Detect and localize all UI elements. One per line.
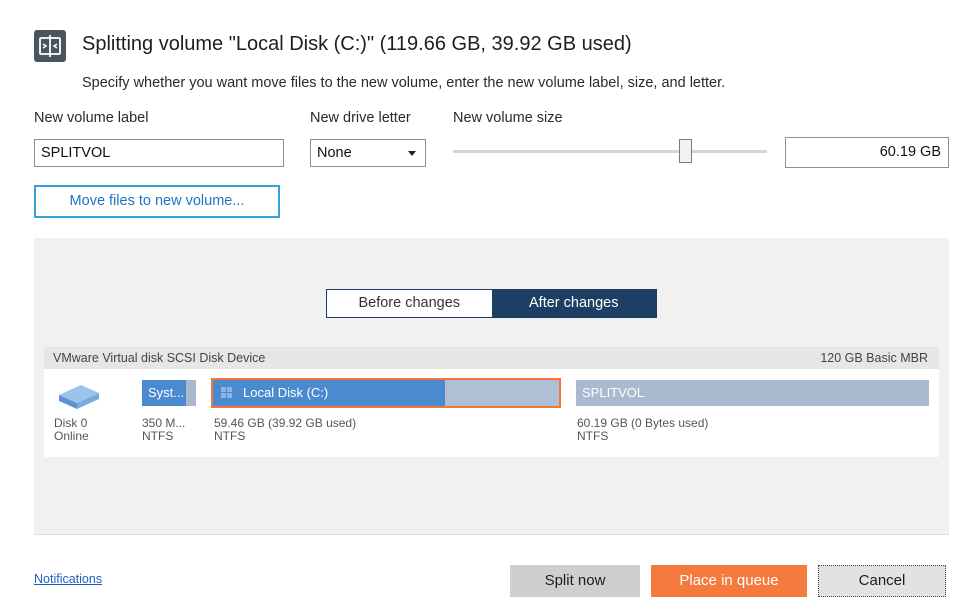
move-files-button[interactable]: Move files to new volume... [34,185,280,218]
split-now-button[interactable]: Split now [510,565,640,597]
dialog-title: Splitting volume "Local Disk (C:)" (119.… [82,33,632,55]
split-volume-dialog: Splitting volume "Local Disk (C:)" (119.… [0,0,959,610]
split-volume-icon [34,30,66,62]
partition-fs: NTFS [142,429,174,443]
disk-status: Online [54,429,89,443]
partition-system[interactable]: Syst... [142,380,196,406]
volume-size-input[interactable]: 60.19 GB [785,137,949,168]
volume-label-caption: New volume label [34,110,149,126]
partition-splitvol-info: 60.19 GB (0 Bytes used) NTFS [577,417,708,443]
drive-letter-caption: New drive letter [310,110,411,126]
dialog-subtitle: Specify whether you want move files to t… [82,75,726,91]
place-in-queue-button[interactable]: Place in queue [651,565,807,597]
windows-logo-icon [221,387,233,399]
volume-label-input[interactable]: SPLITVOL [34,139,284,167]
partition-fs: NTFS [577,429,609,443]
disk-meta: 120 GB Basic MBR [820,351,928,365]
partition-system-info: 350 M... NTFS [142,417,185,443]
volume-size-caption: New volume size [453,110,563,126]
partition-splitvol[interactable]: SPLITVOL [576,380,929,406]
drive-letter-value: None [317,145,352,161]
cancel-button[interactable]: Cancel [818,565,946,597]
hard-disk-icon [55,379,103,413]
partition-local-disk-c[interactable]: Local Disk (C:) [211,378,561,408]
notifications-link[interactable]: Notifications [34,572,102,586]
view-toggle: Before changes After changes [326,289,657,318]
partition-name: SPLITVOL [582,385,645,400]
drive-letter-select[interactable]: None [310,139,426,167]
disk-name: VMware Virtual disk SCSI Disk Device [53,351,266,365]
after-changes-tab[interactable]: After changes [491,290,656,317]
volume-size-slider[interactable] [453,150,767,153]
before-changes-tab[interactable]: Before changes [327,290,492,317]
partition-name: Local Disk (C:) [243,385,329,400]
disk-id: Disk 0 Online [54,417,89,443]
partition-fs: NTFS [214,429,246,443]
chevron-down-icon [408,151,416,156]
volume-size-slider-thumb[interactable] [679,139,692,163]
partition-name: Syst... [148,385,185,400]
disk-card: VMware Virtual disk SCSI Disk Device 120… [44,347,939,457]
disk-header: VMware Virtual disk SCSI Disk Device 120… [44,347,939,369]
partition-local-info: 59.46 GB (39.92 GB used) NTFS [214,417,356,443]
